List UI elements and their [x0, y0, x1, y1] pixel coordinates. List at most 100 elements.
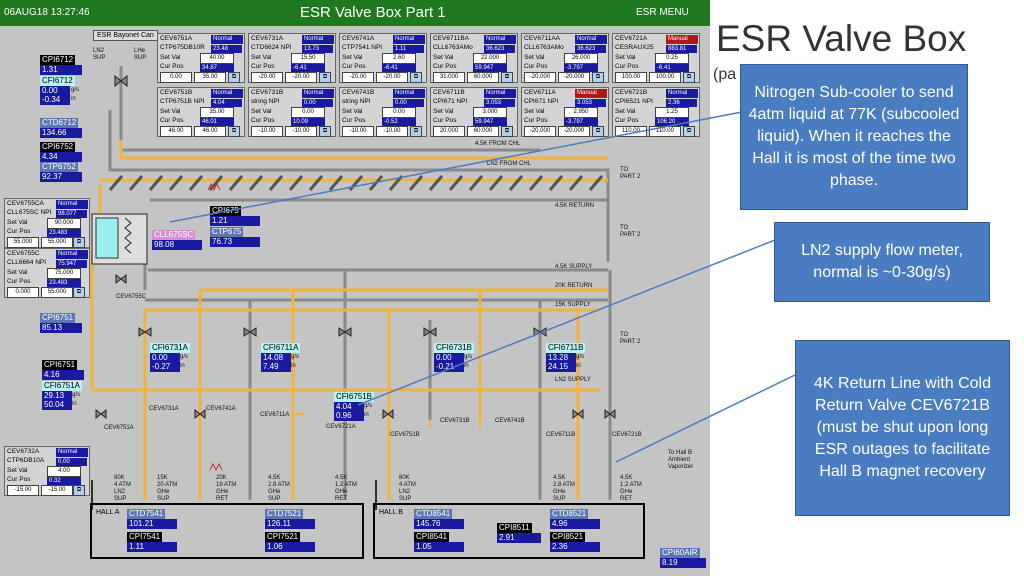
valve-label-cev6755c[interactable]: CEV6755C [116, 294, 146, 301]
valve-panel-popup-icon[interactable]: ⧉ [319, 72, 331, 83]
bottom-label: 20K 19 ATM GHe RET [216, 475, 237, 502]
valve-panel-popup-icon[interactable]: ⧉ [228, 126, 240, 137]
valve-panel-min-input[interactable]: 55.000 [7, 237, 39, 248]
valve-label-cev6751a[interactable]: CEV6751A [104, 425, 134, 432]
valve-panel-min-input[interactable]: 20.000 [433, 126, 465, 137]
valve-panel-min-input[interactable]: 0.000 [7, 287, 39, 298]
valve-panel-cev6711b[interactable]: CEV6711B Normal CPI671 NPI 3.053 Set Val 3.00… [430, 87, 518, 137]
valve-panel-max-input[interactable]: -10.00 [376, 126, 408, 137]
valve-panel-setval-label: Set Val [615, 108, 636, 115]
valve-panel-max-input[interactable]: -20.000 [558, 126, 590, 137]
valve-panel-cev6741a[interactable]: CEV6741A Normal CTP7541 NPI 1.11 Set Val 2.60… [339, 33, 427, 83]
valve-panel-max-input[interactable]: -20.00 [285, 72, 317, 83]
valve-label-cev6721b[interactable]: CEV6721B [612, 432, 642, 439]
valve-panel-signal: CTP7541 NPI [342, 44, 383, 51]
cll675sc-tag: CLL675SC [152, 230, 196, 240]
valve-panel-cev6751a[interactable]: CEV6751A Normal CTP675DB10R 23.48 Set Val 40.… [157, 33, 245, 83]
cfi6711b-tag[interactable]: CFI6711B [546, 343, 586, 353]
valve-panel-popup-icon[interactable]: ⧉ [592, 72, 604, 83]
valve-panel-min-input[interactable]: 0.00 [160, 72, 192, 83]
valve-panel-popup-icon[interactable]: ⧉ [501, 126, 513, 137]
valve-panel-cev6751b[interactable]: CEV6751B Normal CTP6751B NPI 4.04 Set Val 35.… [157, 87, 245, 137]
valve-panel-popup-icon[interactable]: ⧉ [73, 237, 85, 248]
valve-panel-max-input[interactable]: 55.000 [41, 287, 73, 298]
valve-panel-max-input[interactable]: -10.00 [285, 126, 317, 137]
valve-panel-min-input[interactable]: -15.00 [7, 485, 39, 496]
cfi6751a-tag[interactable]: CFI6751A [42, 381, 83, 391]
valve-panel-popup-icon[interactable]: ⧉ [592, 126, 604, 137]
valve-panel-cev6721a[interactable]: CEV6721A Manual CESRAUX25 883.81 Set Val 0.25… [612, 33, 700, 83]
valve-panel-setval-input[interactable]: 0.25 [655, 53, 689, 64]
valve-panel-max-input[interactable]: 110.00 [649, 126, 681, 137]
valve-panel-setval-input[interactable]: 26.000 [564, 53, 598, 64]
valve-panel-max-input[interactable]: 60.000 [467, 126, 499, 137]
valve-panel-popup-icon[interactable]: ⧉ [410, 126, 422, 137]
valve-panel-max-input[interactable]: 46.00 [194, 126, 226, 137]
valve-panel-popup-icon[interactable]: ⧉ [501, 72, 513, 83]
valve-panel-cev6711aa[interactable]: CEV6711AA Normal CLL6763AMo 36.623 Set Val 26… [521, 33, 609, 83]
cfi6751b-tag[interactable]: CFI6751B [334, 392, 375, 402]
valve-panel-cev6731b[interactable]: CEV6731B Normal string NPI 0.00 Set Val 0.00 C… [248, 87, 336, 137]
valve-panel-popup-icon[interactable]: ⧉ [319, 126, 331, 137]
valve-panel-setval-input[interactable]: 1.25 [655, 107, 689, 118]
valve-panel-setval-input[interactable]: 0.00 [382, 107, 416, 118]
valve-panel-cev6711ba[interactable]: CEV6711BA Normal CLL6763AMo 36.623 Set Val 22… [430, 33, 518, 83]
valve-panel-cev6721b[interactable]: CEV6721B Normal CPI6521 NPI 2.36 Set Val 1.25… [612, 87, 700, 137]
ln2-sup-label: LN2 SUP [93, 48, 106, 61]
valve-panel-popup-icon[interactable]: ⧉ [410, 72, 422, 83]
valve-panel-min-input[interactable]: -10.00 [251, 126, 283, 137]
valve-panel-popup-icon[interactable]: ⧉ [228, 72, 240, 83]
valve-panel-setval-input[interactable]: 2.950 [564, 107, 598, 118]
esr-bayonet-can-button[interactable]: ESR Bayonet Can [93, 30, 158, 41]
valve-panel-min-input[interactable]: -20.000 [524, 72, 556, 83]
valve-panel-setval-input[interactable]: 22.000 [473, 53, 507, 64]
valve-label-cev6741b[interactable]: CEV6741B [495, 418, 525, 425]
cfi6731a-tag[interactable]: CFI6731A [150, 343, 191, 353]
valve-label-cev6751b[interactable]: CEV6751B [390, 432, 420, 439]
cfi6712-tag[interactable]: CFI6712 [40, 76, 75, 86]
valve-panel-max-input[interactable]: 100.00 [649, 72, 681, 83]
valve-panel-cev6731a[interactable]: CEV6731A Normal CTD6624 NPI 13.73 Set Val 15.… [248, 33, 336, 83]
valve-panel-min-input[interactable]: 100.00 [615, 72, 647, 83]
valve-panel-min-input[interactable]: 31.000 [433, 72, 465, 83]
valve-panel-min-input[interactable]: -20.00 [342, 72, 374, 83]
valve-panel-min-input[interactable]: -10.00 [342, 126, 374, 137]
valve-panel-setval-input[interactable]: 75.000 [47, 268, 81, 279]
valve-panel-max-input[interactable]: 55.000 [41, 237, 73, 248]
valve-panel-setval-input[interactable]: 3.000 [473, 107, 507, 118]
valve-label-cev6731b[interactable]: CEV6731B [440, 418, 470, 425]
valve-panel-popup-icon[interactable]: ⧉ [683, 126, 695, 137]
valve-label-cev6711b[interactable]: CEV6711B [546, 432, 575, 439]
valve-panel-setval-input[interactable]: 90.000 [47, 218, 81, 229]
cfi6731b-tag[interactable]: CFI6731B [434, 343, 475, 353]
valve-panel-max-input[interactable]: -20.00 [376, 72, 408, 83]
valve-panel-setval-input[interactable]: 2.60 [382, 53, 416, 64]
valve-label-cev6721a[interactable]: CEV6721A [326, 424, 356, 431]
scada-screen: 06AUG18 13:27:46 ESR Valve Box Part 1 ES… [0, 0, 710, 576]
valve-label-cev6711a[interactable]: CEV6711A [260, 412, 289, 419]
valve-panel-setval-input[interactable]: 0.00 [291, 107, 325, 118]
valve-panel-max-input[interactable]: 35.00 [194, 72, 226, 83]
valve-panel-cev6755ca[interactable]: CEV6755CA Normal CLL675SC NPI 98.077 Set Val… [4, 198, 90, 248]
valve-panel-popup-icon[interactable]: ⧉ [73, 485, 85, 496]
valve-panel-popup-icon[interactable]: ⧉ [683, 72, 695, 83]
valve-panel-min-input[interactable]: -20.00 [251, 72, 283, 83]
valve-panel-cev6711a[interactable]: CEV6711A Manual CPI671 NPI 3.053 Set Val 2.95… [521, 87, 609, 137]
valve-panel-popup-icon[interactable]: ⧉ [73, 287, 85, 298]
valve-panel-cev6755c[interactable]: CEV6755C Normal CLL6664 NPI 75.947 Set Val 75… [4, 248, 90, 298]
valve-panel-max-input[interactable]: 60.000 [467, 72, 499, 83]
valve-panel-cev6741b[interactable]: CEV6741B Normal string NPI 0.00 Set Val 0.00 C… [339, 87, 427, 137]
valve-panel-max-input[interactable]: -15.00 [41, 485, 73, 496]
valve-panel-max-input[interactable]: -20.000 [558, 72, 590, 83]
valve-panel-setval-input[interactable]: 35.00 [200, 107, 234, 118]
valve-panel-min-input[interactable]: 46.00 [160, 126, 192, 137]
valve-panel-setval-input[interactable]: 40.00 [200, 53, 234, 64]
valve-label-cev6741a[interactable]: CEV6741A [206, 406, 236, 413]
cfi6711a-tag[interactable]: CFI6711A [261, 343, 301, 353]
valve-label-cev6731a[interactable]: CEV6731A [149, 406, 179, 413]
valve-panel-setval-input[interactable]: 15.50 [291, 53, 325, 64]
valve-panel-cev6732a[interactable]: CEV6732A Normal CTP6DB10A 0.00 Set Val 4.00 Cu… [4, 446, 90, 496]
valve-panel-min-input[interactable]: -20.000 [524, 126, 556, 137]
valve-panel-setval-input[interactable]: 4.00 [47, 466, 81, 477]
valve-panel-min-input[interactable]: 110.00 [615, 126, 647, 137]
